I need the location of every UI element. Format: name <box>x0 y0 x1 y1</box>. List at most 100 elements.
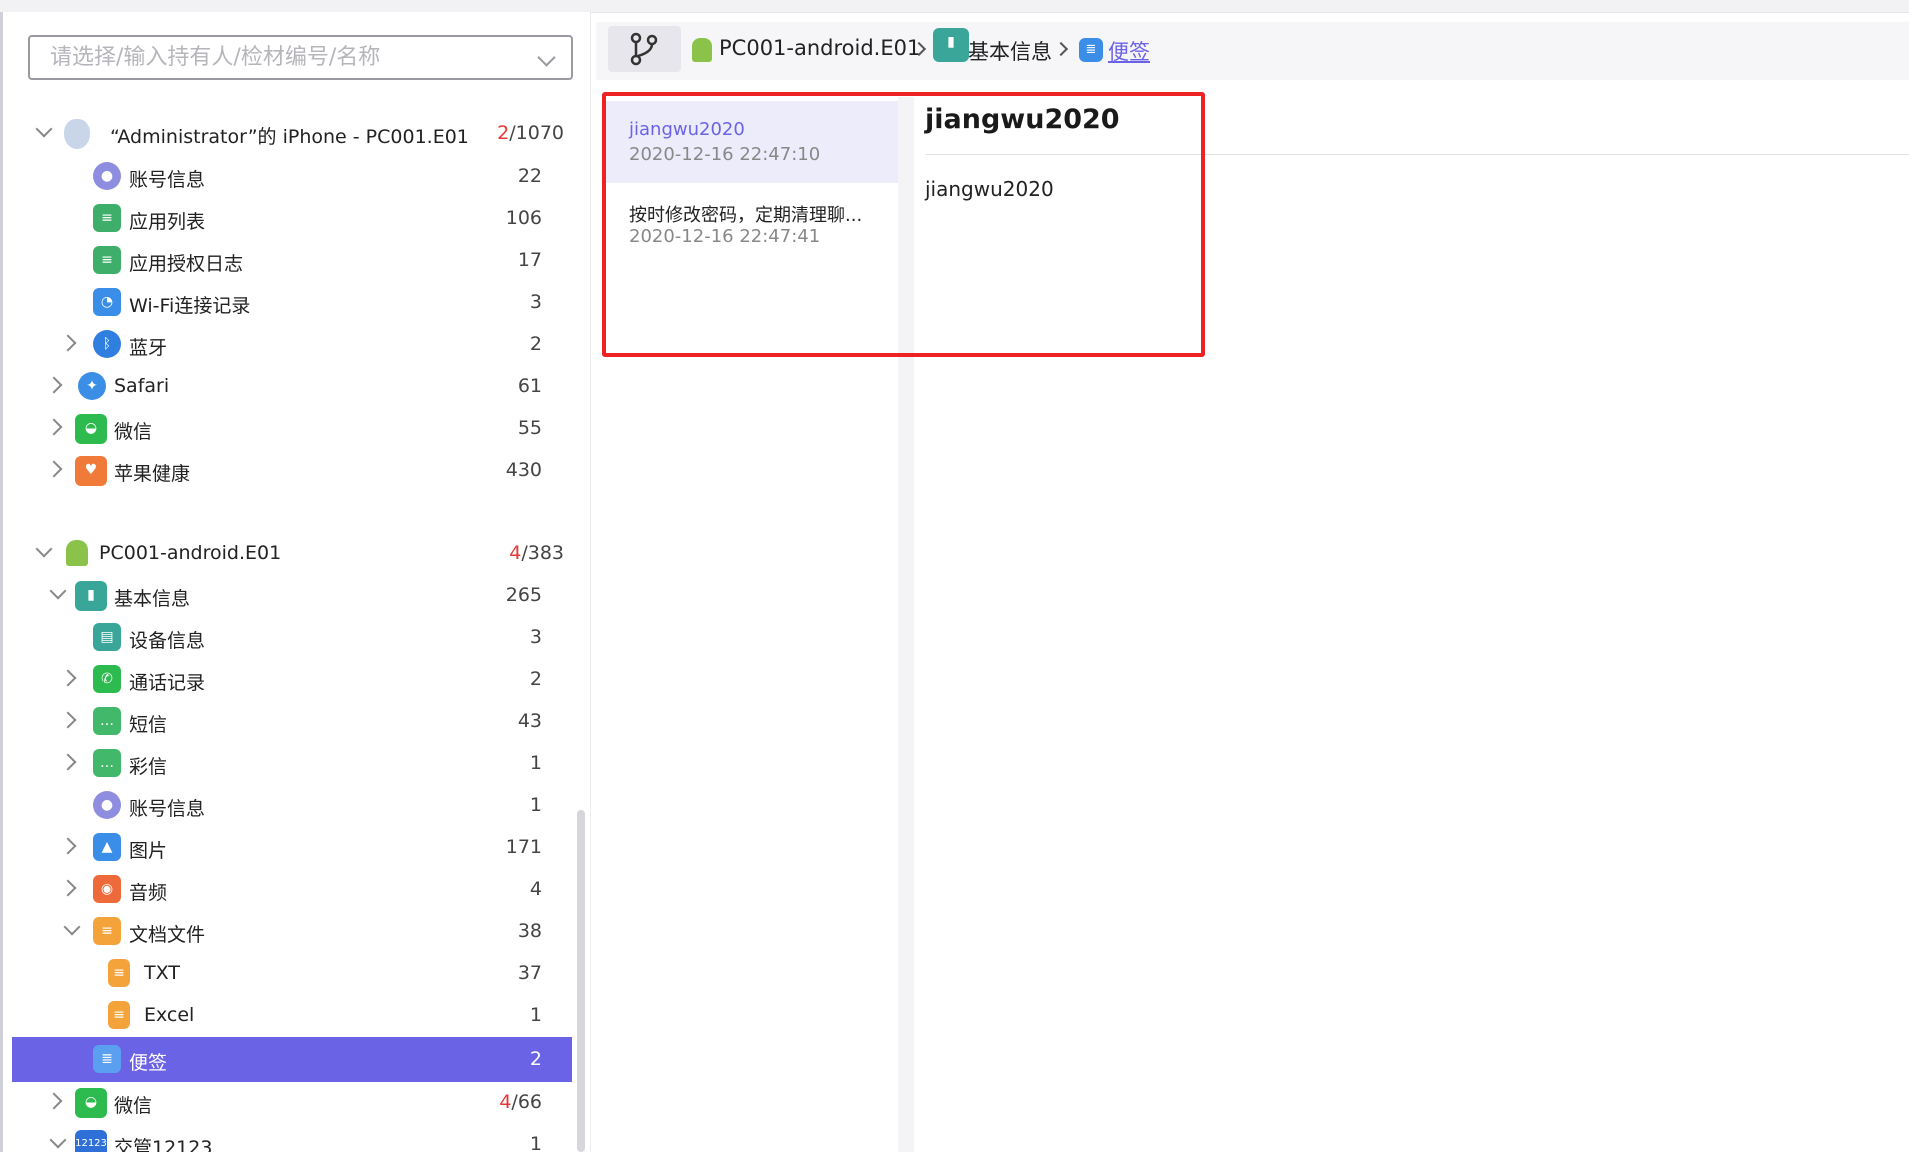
tree-item-label: TXT <box>144 962 180 984</box>
tree-item-device-info[interactable]: ▤ 设备信息 3 <box>12 617 572 657</box>
tree-item-txt[interactable]: ≡ TXT 37 <box>12 953 572 993</box>
android-icon <box>692 38 712 62</box>
tree-item-excel[interactable]: ≡ Excel 1 <box>12 995 572 1035</box>
chevron-down-icon[interactable] <box>63 918 81 936</box>
list-icon: ≡ <box>93 246 121 274</box>
chevron-right-icon[interactable] <box>59 879 77 897</box>
tree-item-label: 音频 <box>129 882 168 904</box>
chevron-right-icon[interactable] <box>59 711 77 729</box>
tree-item-wifi[interactable]: ◔ Wi-Fi连接记录 3 <box>12 282 572 322</box>
breadcrumb-device[interactable]: PC001-android.E01 <box>719 36 920 60</box>
tree-item-count: 2 <box>529 1048 542 1070</box>
audio-icon: ◉ <box>93 875 121 903</box>
tree-item-notes[interactable]: ≣ 便签 2 <box>12 1037 572 1082</box>
tree-item-label: 蓝牙 <box>129 337 168 359</box>
chevron-right-icon[interactable] <box>45 1092 63 1110</box>
tree-item-label: 应用授权日志 <box>129 253 244 275</box>
device-count: 4/383 <box>509 542 564 564</box>
account-icon: ● <box>93 162 121 190</box>
tree-item-label: 账号信息 <box>129 169 206 191</box>
tree-item-basic-info[interactable]: ▮ 基本信息 265 <box>12 575 572 615</box>
tree-item-label: 微信 <box>114 1095 153 1117</box>
phone-info-icon: ▮ <box>75 581 107 611</box>
tree-item-sms[interactable]: … 短信 43 <box>12 701 572 741</box>
tree-item-images[interactable]: ▲ 图片 171 <box>12 827 572 867</box>
apple-icon <box>64 119 90 149</box>
chevron-down-icon[interactable] <box>49 1131 67 1149</box>
account-icon: ● <box>93 791 121 819</box>
tree-item-count: 4 <box>529 878 542 900</box>
tree-item-app-auth-log[interactable]: ≡ 应用授权日志 17 <box>12 240 572 280</box>
sms-icon: … <box>93 707 121 735</box>
sidebar-scrollbar[interactable] <box>577 810 585 1152</box>
tree-item-count: 37 <box>517 962 542 984</box>
chevron-down-icon[interactable] <box>35 540 53 558</box>
document-icon: ≡ <box>108 959 130 987</box>
chevron-down-icon[interactable] <box>537 48 556 67</box>
phone-call-icon: ✆ <box>93 665 121 693</box>
tree-item-count: 106 <box>505 207 542 229</box>
tree-item-mms[interactable]: … 彩信 1 <box>12 743 572 783</box>
tree-item-bluetooth[interactable]: ᛒ 蓝牙 2 <box>12 324 572 364</box>
tree-item-count: 1 <box>529 1133 542 1152</box>
chevron-right-icon[interactable] <box>59 669 77 687</box>
tree-item-count: 4/66 <box>499 1091 542 1113</box>
tree-item-call-log[interactable]: ✆ 通话记录 2 <box>12 659 572 699</box>
device-title: PC001-android.E01 <box>99 542 282 564</box>
tree-item-count: 430 <box>505 459 542 481</box>
search-select[interactable]: 请选择/输入持有人/检材编号/名称 <box>28 35 573 80</box>
chevron-down-icon[interactable] <box>49 582 67 600</box>
tree-item-count: 17 <box>517 249 542 271</box>
chevron-right-icon[interactable] <box>59 837 77 855</box>
tree-device-iphone[interactable]: “Administrator”的 iPhone - PC001.E01 2/10… <box>12 113 572 153</box>
tree-item-label: 短信 <box>129 714 168 736</box>
breadcrumb-current[interactable]: 便签 <box>1108 36 1150 66</box>
chevron-right-icon[interactable] <box>45 418 63 436</box>
device-count: 2/1070 <box>497 122 564 144</box>
safari-icon: ✦ <box>78 372 106 400</box>
tree-item-traffic-app[interactable]: 12123 交管12123 1 <box>12 1124 572 1152</box>
tree-item-account[interactable]: ● 账号信息 1 <box>12 785 572 825</box>
tree-item-wechat[interactable]: ◒ 微信 4/66 <box>12 1082 572 1122</box>
tree-item-app-list[interactable]: ≡ 应用列表 106 <box>12 198 572 238</box>
chevron-right-icon[interactable] <box>59 334 77 352</box>
window-edge <box>0 12 3 1152</box>
chevron-right-icon[interactable] <box>45 460 63 478</box>
mms-icon: … <box>93 749 121 777</box>
branch-icon <box>630 32 658 66</box>
tree-item-health[interactable]: ♥ 苹果健康 430 <box>12 450 572 490</box>
chevron-down-icon[interactable] <box>35 120 53 138</box>
tree-item-documents[interactable]: ≡ 文档文件 38 <box>12 911 572 951</box>
android-icon <box>66 540 88 566</box>
tree-item-label: 设备信息 <box>129 630 206 652</box>
tree-item-count: 43 <box>517 710 542 732</box>
tree-item-label: 文档文件 <box>129 924 206 946</box>
tree-item-account[interactable]: ● 账号信息 22 <box>12 156 572 196</box>
chevron-right-icon[interactable] <box>45 376 63 394</box>
health-icon: ♥ <box>75 456 107 486</box>
breadcrumb-category[interactable]: 基本信息 <box>968 36 1052 66</box>
tree-item-safari[interactable]: ✦ Safari 61 <box>12 366 572 406</box>
tree-item-count: 265 <box>505 584 542 606</box>
branch-button[interactable] <box>608 26 681 72</box>
tree-item-label: 微信 <box>114 421 153 443</box>
tree-device-android[interactable]: PC001-android.E01 4/383 <box>12 533 572 573</box>
tree-item-count: 2 <box>529 333 542 355</box>
tree-item-count: 171 <box>505 836 542 858</box>
chevron-right-icon[interactable] <box>59 753 77 771</box>
tree-item-audio[interactable]: ◉ 音频 4 <box>12 869 572 909</box>
tree-item-label: Wi-Fi连接记录 <box>129 295 251 317</box>
traffic-app-icon: 12123 <box>75 1130 107 1152</box>
tree-item-label: Safari <box>114 375 170 397</box>
tree-item-label: 账号信息 <box>129 798 206 820</box>
tree-item-label: 基本信息 <box>114 588 191 610</box>
tree-item-label: 苹果健康 <box>114 463 191 485</box>
tree-item-count: 2 <box>529 668 542 690</box>
bluetooth-icon: ᛒ <box>93 330 121 358</box>
tree-item-count: 3 <box>529 626 542 648</box>
wechat-icon: ◒ <box>75 414 107 444</box>
tree-item-count: 38 <box>517 920 542 942</box>
tree-item-wechat[interactable]: ◒ 微信 55 <box>12 408 572 448</box>
tree-item-count: 3 <box>529 291 542 313</box>
tree-item-count: 1 <box>529 1004 542 1026</box>
